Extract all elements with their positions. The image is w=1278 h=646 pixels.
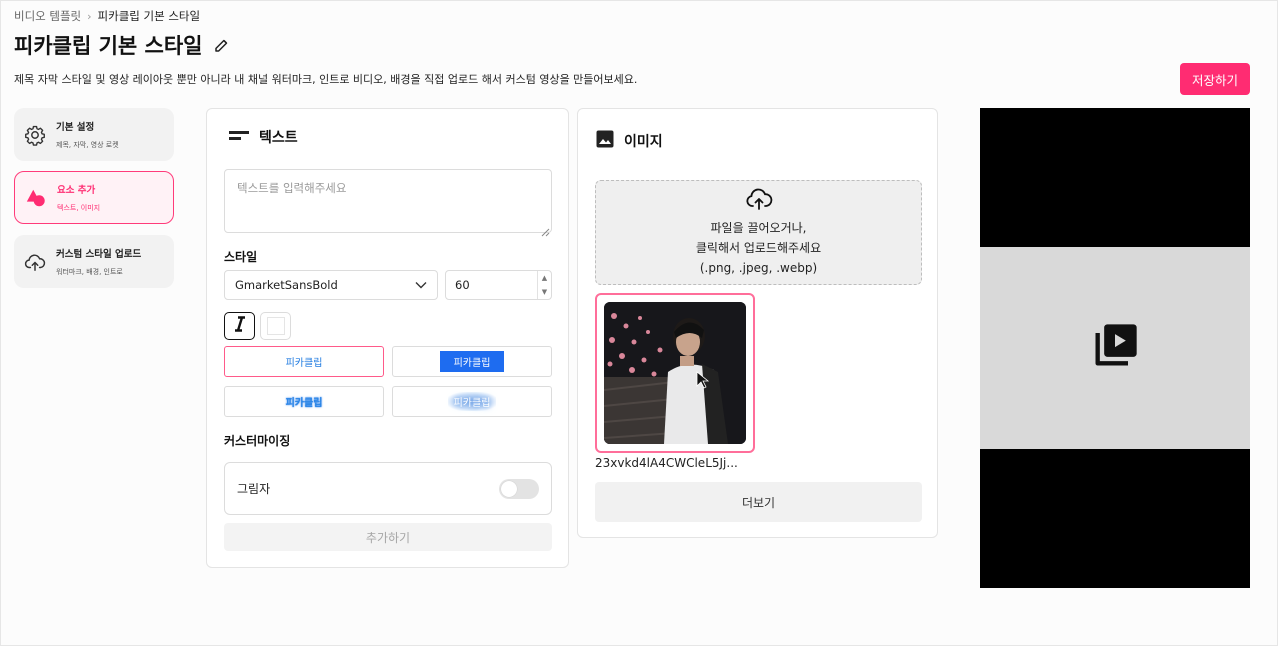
nav-item-basic-settings[interactable]: 기본 설정 제목, 자막, 영상 로켓: [14, 108, 174, 161]
color-swatch: [266, 317, 285, 335]
toggle-knob: [501, 480, 517, 497]
shapes-icon: [25, 187, 47, 209]
shadow-label: 그림자: [237, 482, 271, 496]
gear-icon: [24, 124, 46, 146]
load-more-button[interactable]: 더보기: [595, 482, 922, 522]
drop-line: (.png, .jpeg, .webp): [699, 261, 818, 275]
pencil-icon[interactable]: [213, 36, 231, 54]
uploaded-image-thumbnail: [604, 302, 746, 444]
image-drop-zone[interactable]: 파일을 끌어오거나, 클릭해서 업로드해주세요 (.png, .jpeg, .w…: [595, 180, 922, 285]
cloud-upload-icon: [24, 251, 46, 273]
shadow-setting: 그림자: [224, 462, 552, 515]
chevron-down-icon: [415, 278, 427, 292]
nav-item-subtitle: 워터마크, 배경, 인트로: [56, 268, 123, 276]
italic-icon: [233, 316, 247, 336]
style-option-label: 피카클립: [447, 392, 497, 411]
italic-toggle-button[interactable]: [224, 312, 255, 340]
style-option-highlight[interactable]: 피카클립: [392, 346, 552, 377]
chevron-right-icon: ›: [87, 9, 92, 23]
customizing-label: 커스터마이징: [224, 434, 291, 448]
text-input[interactable]: [224, 169, 552, 233]
title-row: 피카클립 기본 스타일: [14, 30, 231, 60]
nav-item-custom-upload[interactable]: 커스텀 스타일 업로드 워터마크, 배경, 인트로: [14, 235, 174, 288]
save-button[interactable]: 저장하기: [1180, 63, 1250, 95]
nav-item-subtitle: 제목, 자막, 영상 로켓: [56, 141, 119, 149]
nav-item-subtitle: 텍스트, 이미지: [57, 204, 101, 212]
stepper-up-icon[interactable]: ▲: [538, 271, 551, 285]
style-option-glow[interactable]: 피카클립: [392, 386, 552, 417]
image-panel-title: 이미지: [624, 134, 663, 150]
video-library-icon: [1089, 320, 1141, 376]
font-select-value: GmarketSansBold: [235, 278, 338, 292]
page-description: 제목 자막 스타일 및 영상 레이아웃 뿐만 아니라 내 채널 워터마크, 인트…: [14, 73, 638, 86]
video-preview[interactable]: [980, 108, 1250, 588]
nav-item-add-element[interactable]: 요소 추가 텍스트, 이미지: [14, 171, 174, 224]
style-option-label: 피카클립: [439, 351, 505, 372]
cloud-upload-icon: [745, 187, 773, 215]
style-option-label: 피카클립: [285, 398, 323, 409]
style-option-plain[interactable]: 피카클립: [224, 346, 384, 377]
breadcrumb-current: 피카클립 기본 스타일: [97, 9, 201, 23]
image-icon: [596, 130, 614, 152]
text-panel-header: 텍스트: [229, 127, 298, 147]
text-lines-icon: [229, 128, 249, 146]
breadcrumb: 비디오 템플릿 › 피카클립 기본 스타일: [14, 8, 200, 24]
font-size-input[interactable]: 60 ▲ ▼: [445, 270, 552, 300]
image-file-name: 23xvkd4lA4CWCleL5Jj...: [595, 456, 738, 470]
style-option-label: 피카클립: [285, 358, 323, 369]
nav-item-title: 기본 설정: [56, 122, 95, 133]
image-panel: 이미지 파일을 끌어오거나, 클릭해서 업로드해주세요 (.png, .jpeg…: [577, 108, 938, 538]
text-panel-title: 텍스트: [259, 130, 298, 146]
text-panel: 텍스트 스타일 GmarketSansBold 60 ▲ ▼ 피카클립 피카클립…: [206, 108, 569, 568]
stepper-down-icon[interactable]: ▼: [538, 285, 551, 299]
preview-content-area: [980, 247, 1250, 449]
color-picker-button[interactable]: [260, 312, 291, 340]
add-text-button[interactable]: 추가하기: [224, 523, 552, 551]
drop-zone-text: 파일을 끌어오거나, 클릭해서 업로드해주세요 (.png, .jpeg, .w…: [696, 218, 821, 278]
font-select[interactable]: GmarketSansBold: [224, 270, 438, 300]
font-size-value: 60: [455, 278, 470, 292]
style-option-outline[interactable]: 피카클립: [224, 386, 384, 417]
page-title: 피카클립 기본 스타일: [14, 34, 203, 58]
style-label: 스타일: [224, 250, 258, 264]
breadcrumb-parent[interactable]: 비디오 템플릿: [14, 8, 81, 24]
nav-item-title: 요소 추가: [57, 185, 96, 196]
image-panel-header: 이미지: [596, 130, 663, 152]
drop-line: 파일을 끌어오거나,: [710, 221, 807, 235]
nav-item-title: 커스텀 스타일 업로드: [56, 249, 142, 260]
resize-grip-icon[interactable]: [541, 222, 550, 237]
font-size-stepper[interactable]: ▲ ▼: [537, 271, 551, 299]
shadow-toggle[interactable]: [499, 478, 539, 499]
uploaded-image-card[interactable]: [595, 293, 755, 453]
drop-line: 클릭해서 업로드해주세요: [695, 241, 822, 255]
